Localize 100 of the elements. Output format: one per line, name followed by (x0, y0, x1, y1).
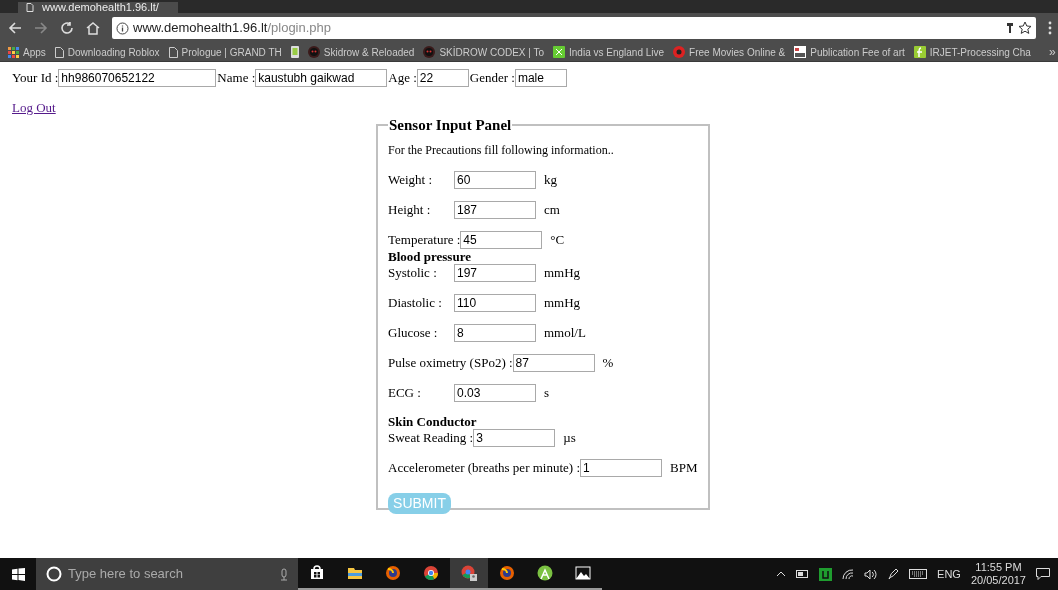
logout-link[interactable]: Log Out (12, 100, 56, 115)
field-label: Your Id : (12, 69, 59, 88)
bookmark[interactable]: Skidrow & Reloaded (307, 44, 415, 60)
field-label: Diastolic : (388, 293, 443, 312)
chrome-user-icon (460, 564, 478, 582)
bookmark[interactable]: Apps (8, 44, 46, 60)
page-icon (54, 46, 64, 58)
field-label: Temperature : (388, 230, 461, 249)
language-indicator[interactable]: ENG (937, 565, 961, 583)
intro-text: For the Precautions fill following information.. (388, 141, 615, 159)
microphone-icon[interactable] (280, 567, 288, 581)
unit-label: BPM (670, 458, 698, 477)
overflow-chevron[interactable]: » (1048, 43, 1056, 61)
keyboard-icon[interactable] (909, 569, 928, 579)
unit-label: mmol/L (544, 323, 586, 342)
pen-icon[interactable] (887, 568, 900, 580)
unit-label: % (602, 353, 614, 372)
tab-title: www.demohealth1.96.lt/ (42, 2, 159, 13)
input-field[interactable]: 3 (473, 428, 556, 447)
field-label: Name : (217, 69, 256, 88)
unit-label: °C (550, 230, 565, 249)
wifi-icon[interactable] (842, 568, 855, 580)
unit-label: mmHg (544, 263, 581, 282)
page-icon (168, 46, 178, 58)
section-heading: Blood pressure (388, 248, 472, 264)
input-field[interactable]: 45 (460, 230, 543, 249)
phone-icon[interactable] (290, 46, 299, 58)
app-tile-icon[interactable] (819, 567, 833, 581)
bookmark[interactable]: Prologue | GRAND TH (168, 44, 282, 60)
chrome-icon (422, 564, 440, 582)
section-heading: Skin Conductor (388, 413, 478, 429)
bookmark[interactable]: Publication Fee of art (794, 44, 905, 60)
battery-icon[interactable] (796, 570, 810, 578)
bookmark[interactable]: Downloading Roblox (54, 44, 160, 60)
bookmark[interactable]: Free Movies Online & (673, 44, 786, 60)
clock-time: 11:55 PM (975, 561, 1022, 574)
cross-tile-icon (553, 46, 566, 58)
record-icon (673, 46, 686, 58)
chevron-up-icon[interactable] (776, 571, 787, 577)
field-label: Height : (388, 200, 432, 219)
windows-icon[interactable] (11, 567, 25, 581)
notification-icon[interactable] (1036, 568, 1050, 580)
browser-tab[interactable]: www.demohealth1.96.lt/ (18, 2, 178, 13)
page-icon (26, 3, 34, 12)
leaf-icon (913, 46, 926, 58)
apps-grid-icon (8, 46, 19, 58)
bookmark[interactable]: IRJET-Processing Cha (913, 44, 1031, 60)
document-icon (794, 46, 807, 58)
volume-icon[interactable] (864, 568, 878, 580)
input-field[interactable]: 22 (416, 69, 469, 87)
input-field[interactable]: 87 (512, 353, 595, 372)
unit-label: µs (563, 428, 576, 447)
photos-icon (574, 564, 592, 582)
reload-icon[interactable] (60, 21, 74, 35)
field-label: Systolic : (388, 264, 438, 282)
input-field[interactable]: 60 (454, 170, 536, 189)
info-icon[interactable] (116, 21, 129, 35)
home-icon[interactable] (86, 21, 100, 35)
extension-icon[interactable] (1006, 22, 1014, 34)
input-field[interactable]: kaustubh gaikwad (255, 69, 388, 87)
bookmark[interactable]: SKİDROW CODEX | To (423, 44, 545, 60)
store-icon (308, 564, 326, 582)
panel-title: Sensor Input Panel (388, 116, 513, 135)
forward-icon[interactable] (34, 21, 48, 35)
unit-label: cm (544, 200, 560, 219)
field-label: Glucose : (388, 323, 439, 342)
input-field[interactable]: 197 (454, 263, 536, 282)
field-label: Pulse oximetry (SPo2) : (388, 353, 513, 372)
field-label: Sweat Reading : (388, 428, 474, 447)
menu-icon[interactable] (1048, 21, 1052, 35)
star-icon[interactable] (1018, 21, 1032, 35)
input-field[interactable]: hh986070652122 (58, 69, 217, 87)
input-field[interactable]: 110 (454, 293, 536, 312)
address-bar[interactable]: www.demohealth1.96.lt/plogin.php (112, 17, 1036, 39)
clock[interactable]: 11:55 PM 20/05/2017 (970, 561, 1026, 587)
search-box[interactable]: Type here to search (36, 558, 298, 590)
input-field[interactable]: male (514, 69, 567, 87)
firefox-icon (384, 564, 402, 582)
skull-icon (423, 46, 436, 58)
back-icon[interactable] (8, 21, 22, 35)
field-label: Gender : (469, 69, 515, 88)
skull-icon (307, 46, 320, 58)
url-text: www.demohealth1.96.lt/plogin.php (133, 19, 332, 38)
unit-label: s (544, 383, 550, 402)
field-label: Age : (388, 69, 417, 88)
taskbar-app[interactable] (450, 558, 488, 590)
cortana-icon[interactable] (46, 566, 62, 582)
input-field[interactable]: 1 (580, 458, 663, 477)
firefox-icon (498, 564, 516, 582)
input-field[interactable]: 187 (454, 200, 536, 219)
field-label: ECG : (388, 383, 422, 402)
field-label: Accelerometer (breaths per minute) : (388, 458, 581, 477)
bookmark[interactable]: India vs England Live (553, 44, 665, 60)
field-label: Weight : (388, 170, 434, 189)
search-placeholder: Type here to search (68, 565, 184, 584)
input-field[interactable]: 8 (454, 323, 536, 342)
clock-date: 20/05/2017 (970, 574, 1026, 587)
input-field[interactable]: 0.03 (454, 383, 536, 402)
unit-label: kg (544, 170, 557, 189)
unit-label: mmHg (544, 293, 581, 312)
